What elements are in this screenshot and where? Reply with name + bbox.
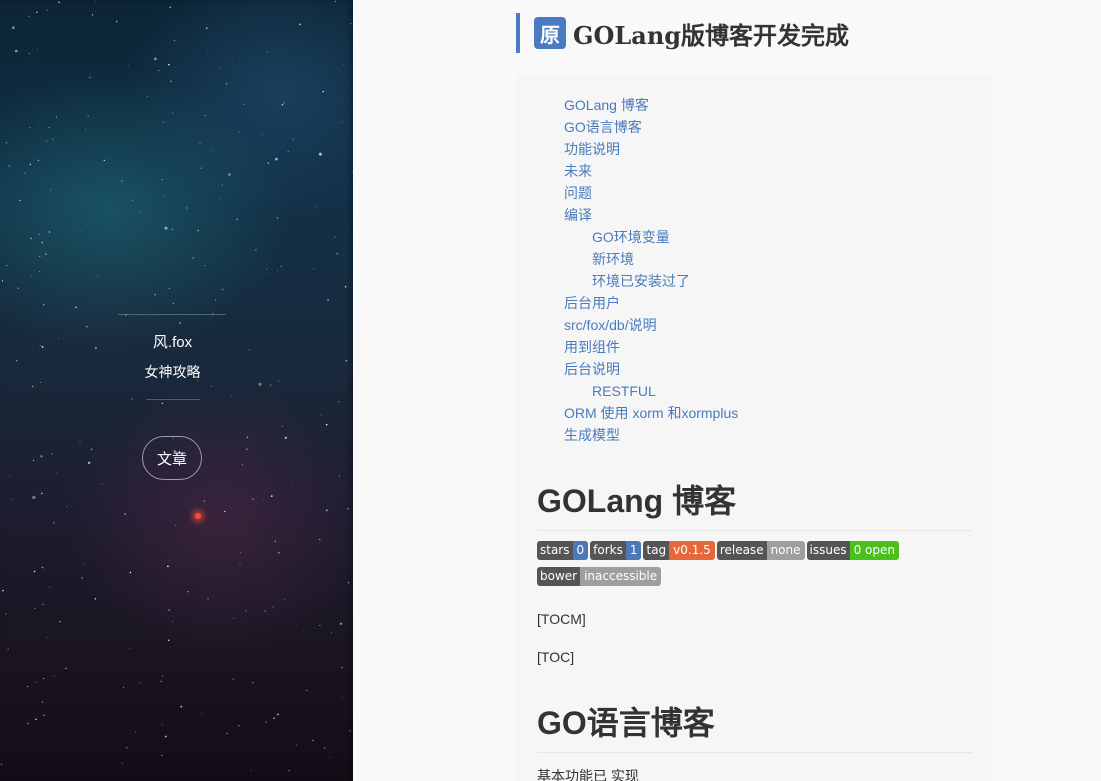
status-badges: stars 0 forks 1 tag v0.1.5 release none issues 0 … [537,541,977,593]
toc-link[interactable]: GOLang 博客 [564,97,649,113]
toc-item: 功能说明 [564,138,738,160]
toc-item: GOLang 博客 [564,94,738,116]
badge-forks[interactable]: forks 1 [590,541,642,560]
article-body: GOLang 博客 GO语言博客 功能说明 未来 问题 编译 GO环境变量 新环境 环境已安装过… [516,74,992,781]
badge-value: inaccessible [580,567,662,586]
badge-bower[interactable]: bower inaccessible [537,567,662,586]
toc-link[interactable]: GO环境变量 [592,229,670,245]
toc-item: 环境已安装过了 [564,270,738,292]
toc-link[interactable]: 编译 [564,207,592,223]
badge-tag[interactable]: tag v0.1.5 [643,541,715,560]
toc-link[interactable]: 未来 [564,163,592,179]
toc-item: GO环境变量 [564,226,738,248]
main-content: 原 GOLang版博客开发完成 GOLang 博客 GO语言博客 功能说明 未来 问题编… [353,0,1101,781]
post-title: GOLang版博客开发完成 [573,20,850,50]
toc-link[interactable]: 用到组件 [564,339,620,355]
toc-item: 未来 [564,160,738,182]
toc-item: 后台用户 [564,292,738,314]
toc-link[interactable]: 后台说明 [564,361,620,377]
articles-nav-button[interactable]: 文章 [142,436,202,480]
toc-link[interactable]: 生成模型 [564,427,620,443]
section-heading-golang-blog: GOLang 博客 [537,476,972,531]
toc-link[interactable]: 功能说明 [564,141,620,157]
toc-item: 生成模型 [564,424,738,446]
table-of-contents: GOLang 博客 GO语言博客 功能说明未来问题编译 GO环境变量 新环境环境已安装过… [564,94,738,446]
toc-link[interactable]: src/fox/db/说明 [564,317,657,333]
toc-item: 后台说明 [564,358,738,380]
toc-item: ORM 使用 xorm 和xormplus [564,402,738,424]
toc-item: RESTFUL [564,380,738,402]
badge-value: 0 open [849,541,899,560]
badge-key: bower [537,567,581,586]
badge-issues[interactable]: issues 0 open [806,541,899,560]
toc-item: 问题 [564,182,738,204]
toc-item: 编译 [564,204,738,226]
badge-value: 1 [625,541,642,560]
badge-stars[interactable]: stars 0 [537,541,589,560]
badge-value: none [766,541,805,560]
badge-value: v0.1.5 [669,541,715,560]
toc-item: 用到组件 [564,336,738,358]
badge-key: stars [537,541,573,560]
badge-key: release [716,541,767,560]
post-title-bar: 原 GOLang版博客开发完成 [516,13,996,53]
toc-link[interactable]: 环境已安装过了 [592,273,690,289]
badge-value: 0 [572,541,589,560]
badge-release[interactable]: release none [716,541,805,560]
toc-link[interactable]: ORM 使用 xorm 和xormplus [564,405,738,421]
tocm-marker: [TOCM] [537,611,586,627]
toc-item: 新环境 [564,248,738,270]
toc-link[interactable]: 新环境 [592,251,634,267]
toc-link[interactable]: GO语言博客 [564,119,642,135]
profile-divider-top [118,314,226,315]
badge-key: issues [806,541,850,560]
toc-item: src/fox/db/说明 [564,314,738,336]
badge-key: forks [590,541,626,560]
profile-divider-bottom [146,399,200,400]
toc-link[interactable]: 后台用户 [564,295,620,311]
original-post-badge: 原 [534,17,566,49]
site-tagline: 女神攻略 [144,364,201,380]
toc-marker: [TOC] [537,649,575,665]
toc-link[interactable]: RESTFUL [592,383,656,399]
author-name[interactable]: 风.fox [0,331,345,352]
section-heading-go-blog: GO语言博客 [537,698,972,753]
profile-panel: 风.fox 女神攻略 文章 [0,0,353,781]
toc-link[interactable]: 问题 [564,185,592,201]
badge-key: tag [643,541,670,560]
sidebar: 风.fox 女神攻略 文章 [0,0,353,781]
section-paragraph: 基本功能已 实现 [537,768,639,781]
toc-item: GO语言博客 [564,116,738,138]
